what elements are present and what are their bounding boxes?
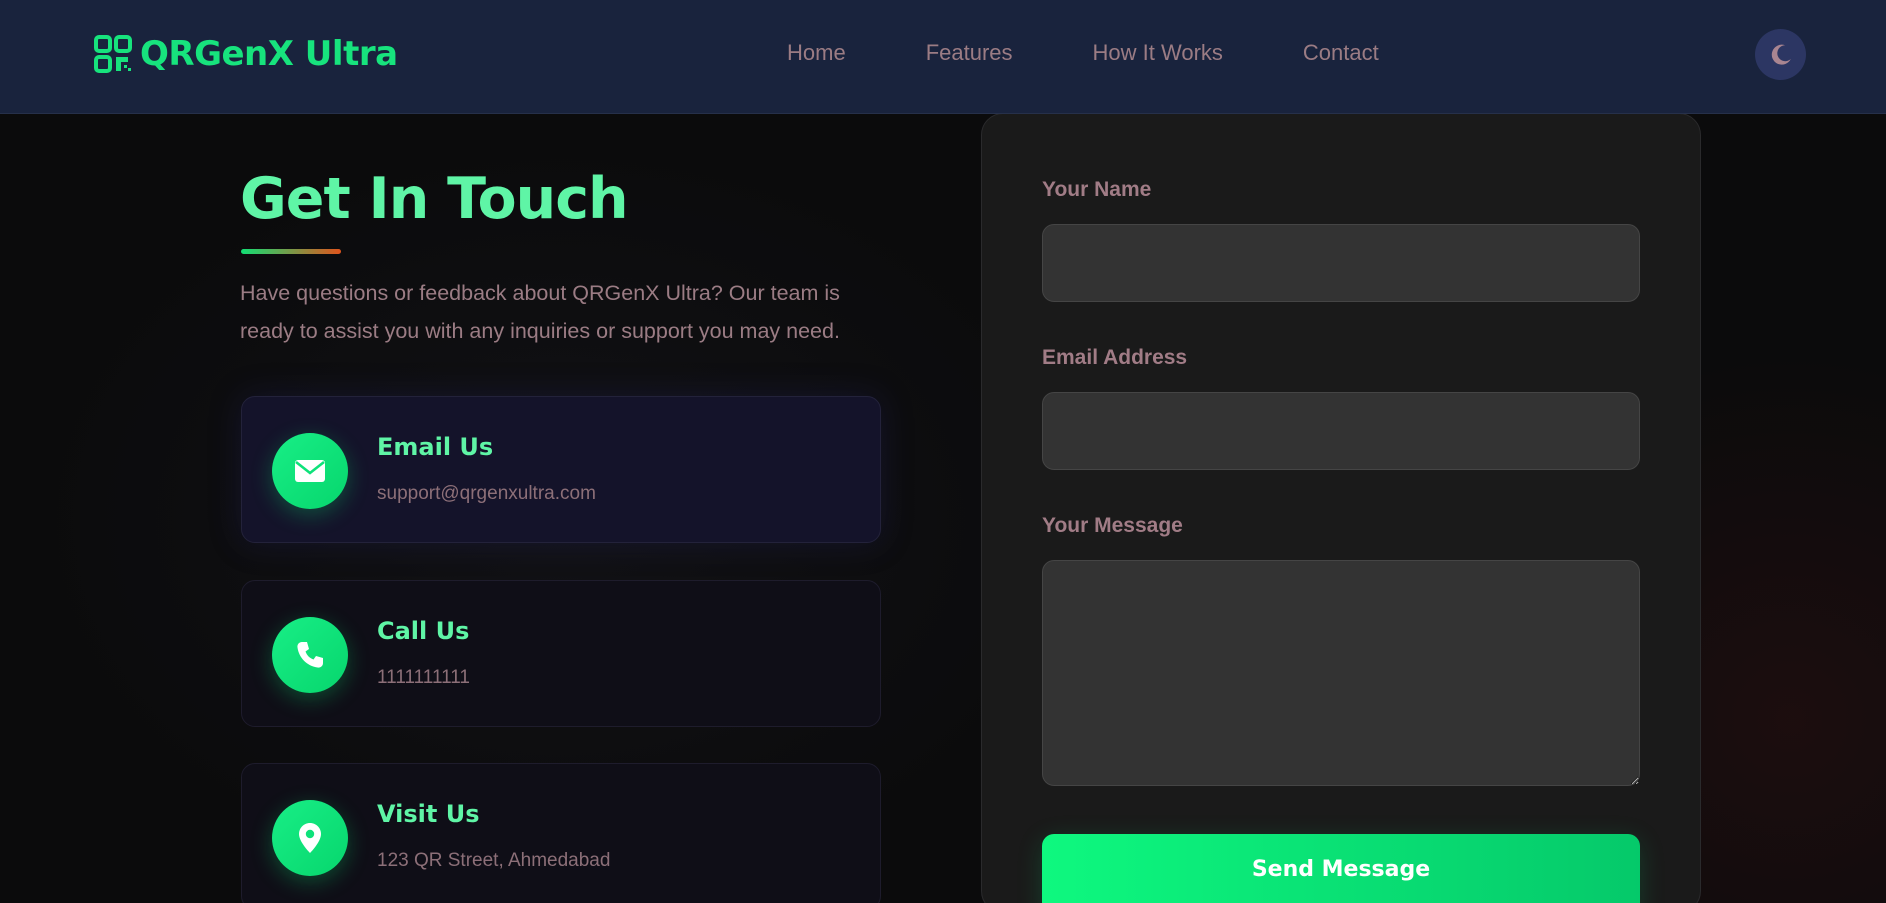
brand-name: QRGenX Ultra (140, 34, 398, 74)
page-title: Get In Touch (240, 166, 629, 232)
contact-card-phone: Call Us 1111111111 (241, 580, 881, 727)
qr-code-icon (94, 35, 132, 73)
email-icon-badge (272, 433, 348, 509)
intro-text: Have questions or feedback about QRGenX … (240, 281, 840, 343)
navbar: QRGenX Ultra Home Features How It Works … (0, 0, 1886, 114)
message-label: Your Message (1042, 514, 1183, 537)
phone-icon (297, 642, 323, 668)
contact-card-address: Visit Us 123 QR Street, Ahmedabad (241, 763, 881, 903)
main-nav: Home Features How It Works Contact (787, 40, 1379, 70)
card-title: Visit Us (377, 800, 480, 828)
theme-toggle-button[interactable] (1755, 29, 1806, 80)
name-input[interactable] (1042, 224, 1640, 302)
card-phone-number[interactable]: 1111111111 (377, 667, 470, 689)
moon-icon (1771, 44, 1791, 65)
name-label: Your Name (1042, 178, 1152, 201)
brand-logo-link[interactable]: QRGenX Ultra (94, 34, 398, 74)
send-message-label: Send Message (1251, 856, 1431, 882)
card-address: 123 QR Street, Ahmedabad (377, 850, 611, 871)
message-textarea[interactable] (1042, 560, 1640, 786)
card-title: Email Us (377, 433, 494, 461)
card-email-address[interactable]: support@qrgenxultra.com (377, 483, 596, 505)
email-input[interactable] (1042, 392, 1640, 470)
nav-link-how-it-works[interactable]: How It Works (1093, 40, 1223, 70)
contact-card-email: Email Us support@qrgenxultra.com (241, 396, 881, 543)
nav-link-home[interactable]: Home (787, 40, 846, 70)
title-underline (241, 249, 341, 254)
map-pin-icon (299, 823, 321, 853)
location-icon-badge (272, 800, 348, 876)
email-label: Email Address (1042, 346, 1188, 369)
contact-form: Your Name Email Address Your Message Sen… (981, 113, 1701, 903)
nav-link-contact[interactable]: Contact (1303, 40, 1379, 70)
nav-link-features[interactable]: Features (926, 40, 1013, 70)
phone-icon-badge (272, 617, 348, 693)
send-message-button[interactable]: Send Message (1042, 834, 1640, 903)
envelope-icon (295, 460, 325, 482)
card-title: Call Us (377, 617, 470, 645)
